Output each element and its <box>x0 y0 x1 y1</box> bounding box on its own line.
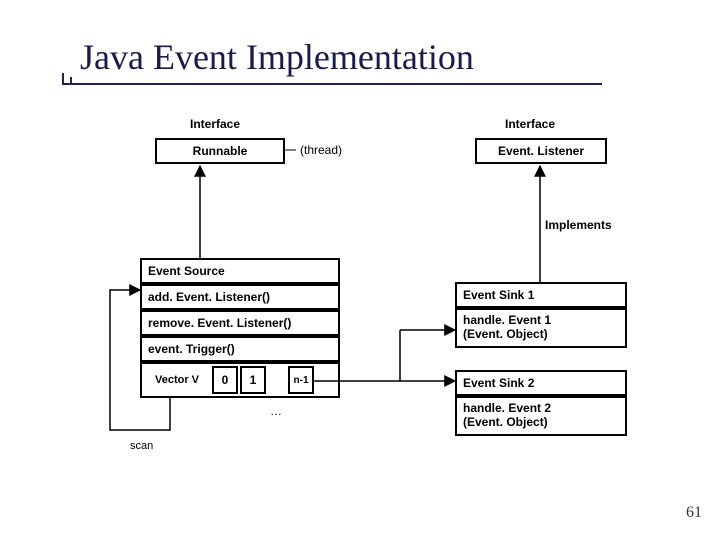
event-trigger-row: event. Trigger() <box>140 336 340 362</box>
add-event-listener-row: add. Event. Listener() <box>140 284 340 310</box>
event-listener-box: Event. Listener <box>475 138 607 164</box>
vector-cell-0: 0 <box>212 366 238 394</box>
handle-event-2-row: handle. Event 2 (Event. Object) <box>455 396 627 436</box>
handle-event-1-row: handle. Event 1 (Event. Object) <box>455 308 627 348</box>
title-tick <box>70 77 72 85</box>
handle-event-2-line1: handle. Event 2 <box>463 402 551 416</box>
interface-left-label: Interface <box>190 117 240 131</box>
scan-label: scan <box>130 440 153 452</box>
vector-ellipsis: … <box>270 404 282 418</box>
event-source-header: Event Source <box>140 258 340 284</box>
interface-right-label: Interface <box>505 117 555 131</box>
title-underline <box>62 83 602 85</box>
handle-event-1-line2: (Event. Object) <box>463 328 548 342</box>
vector-cell-n: n-1 <box>288 366 314 394</box>
event-sink-2-header: Event Sink 2 <box>455 370 627 396</box>
title-tick <box>62 73 64 85</box>
event-sink-1-header: Event Sink 1 <box>455 282 627 308</box>
vector-label: Vector V <box>142 364 212 396</box>
remove-event-listener-row: remove. Event. Listener() <box>140 310 340 336</box>
slide-title: Java Event Implementation <box>80 36 474 82</box>
handle-event-1-line1: handle. Event 1 <box>463 314 551 328</box>
page-number: 61 <box>686 504 702 522</box>
vector-cell-1: 1 <box>240 366 266 394</box>
implements-label: Implements <box>545 218 612 232</box>
thread-label: (thread) <box>300 143 342 157</box>
handle-event-2-line2: (Event. Object) <box>463 416 548 430</box>
runnable-box: Runnable <box>155 138 285 164</box>
